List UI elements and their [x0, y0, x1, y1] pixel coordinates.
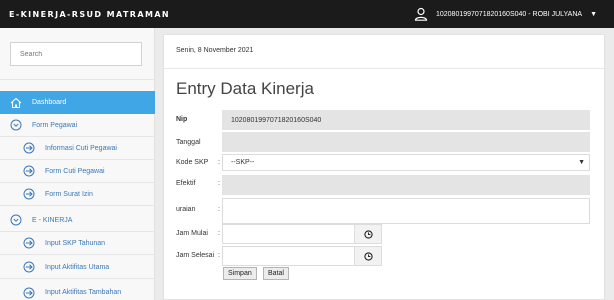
kode-skp-select[interactable]: --SKP-- ▼ [222, 154, 590, 171]
home-icon [10, 97, 22, 109]
arrow-circle-icon [23, 165, 35, 177]
clock-icon[interactable] [354, 225, 381, 243]
nip-label: Nip [176, 116, 188, 123]
sidebar-item-label: Form Cuti Pegawai [45, 167, 105, 175]
sidebar-item-label: Dashboard [32, 99, 67, 106]
caret-down-icon: ▼ [590, 10, 597, 18]
chevron-circle-icon [10, 214, 22, 226]
jam-selesai-label: Jam Selesai [176, 252, 215, 259]
page-title: Entry Data Kinerja [176, 79, 314, 98]
sidebar-item-input-aktifitas-tambahan[interactable]: Input Aktifitas Tambahan [0, 281, 155, 300]
sidebar-item-label: Input SKP Tahunan [45, 239, 106, 247]
main-panel: Senin, 8 November 2021 Entry Data Kinerj… [163, 34, 605, 300]
top-navbar: E-KINERJA-RSUD MATRAMAN 1020801997071820… [0, 0, 614, 28]
efektif-field [222, 175, 590, 195]
colon: : [218, 159, 220, 166]
current-date: Senin, 8 November 2021 [176, 47, 254, 54]
colon: : [218, 206, 220, 213]
tanggal-label: Tanggal [176, 139, 201, 146]
sidebar-item-label: E - KINERJA [32, 216, 73, 224]
sidebar-search-area [0, 28, 155, 80]
divider [164, 68, 604, 69]
kode-skp-label: Kode SKP [176, 159, 209, 166]
user-menu[interactable]: 1020801997071820160S040 - ROBI JULYANA ▼ [414, 0, 597, 28]
colon: : [218, 252, 220, 259]
arrow-circle-icon [23, 261, 35, 273]
efektif-label: Efektif [176, 180, 196, 187]
jam-mulai-input[interactable] [222, 224, 382, 244]
user-icon [414, 7, 428, 21]
sidebar-item-informasi-cuti[interactable]: Informasi Cuti Pegawai [0, 137, 155, 160]
sidebar-item-label: Input Aktifitas Tambahan [45, 289, 122, 296]
sidebar: Dashboard Form Pegawai Informasi Cuti Pe… [0, 28, 155, 300]
user-name: 1020801997071820160S040 - ROBI JULYANA [435, 10, 583, 18]
uraian-label: uraian [176, 206, 196, 213]
app-brand[interactable]: E-KINERJA-RSUD MATRAMAN [0, 10, 170, 19]
sidebar-item-form-pegawai[interactable]: Form Pegawai [0, 114, 155, 137]
nip-field: 1020801997071820160S040 [222, 110, 590, 130]
sidebar-item-label: Form Surat Izin [45, 190, 93, 198]
chevron-circle-icon [10, 119, 22, 131]
jam-selesai-input[interactable] [222, 246, 382, 266]
arrow-circle-icon [23, 188, 35, 200]
sidebar-item-label: Input Aktifitas Utama [45, 263, 110, 271]
colon: : [218, 180, 220, 187]
sidebar-item-dashboard[interactable]: Dashboard [0, 91, 155, 114]
sidebar-item-input-skp-tahunan[interactable]: Input SKP Tahunan [0, 232, 155, 255]
sidebar-item-label: Form Pegawai [32, 121, 78, 129]
arrow-circle-icon [23, 287, 35, 299]
caret-down-icon: ▼ [578, 159, 585, 166]
tanggal-field[interactable] [222, 132, 590, 152]
sidebar-item-form-cuti[interactable]: Form Cuti Pegawai [0, 160, 155, 183]
uraian-textarea[interactable] [222, 198, 590, 224]
arrow-circle-icon [23, 142, 35, 154]
sidebar-item-label: Informasi Cuti Pegawai [45, 144, 117, 152]
colon: : [218, 230, 220, 237]
sidebar-item-input-aktifitas-utama[interactable]: Input Aktifitas Utama [0, 256, 155, 279]
kode-skp-value: --SKP-- [231, 159, 255, 166]
arrow-circle-icon [23, 237, 35, 249]
sidebar-item-form-surat-izin[interactable]: Form Surat Izin [0, 183, 155, 206]
jam-mulai-label: Jam Mulai [176, 230, 208, 237]
clock-icon[interactable] [354, 247, 381, 265]
save-button[interactable]: Simpan [223, 267, 257, 280]
sidebar-item-e-kinerja[interactable]: E - KINERJA [0, 209, 155, 232]
search-input[interactable] [10, 42, 142, 66]
cancel-button[interactable]: Batal [263, 267, 289, 280]
nip-value: 1020801997071820160S040 [231, 116, 322, 124]
